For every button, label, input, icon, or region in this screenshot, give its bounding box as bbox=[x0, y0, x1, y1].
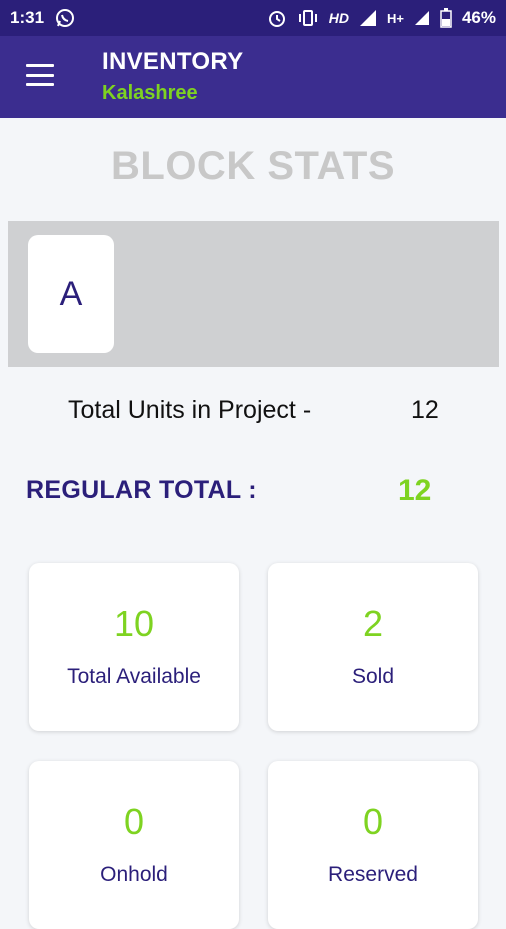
stat-value: 2 bbox=[362, 603, 384, 644]
status-time: 1:31 bbox=[10, 8, 45, 27]
app-toolbar: INVENTORY Kalashree bbox=[0, 36, 506, 118]
network-type-label: HD bbox=[328, 10, 349, 26]
project-name: Kalashree bbox=[102, 82, 198, 104]
page-title: BLOCK STATS bbox=[111, 144, 395, 188]
block-selector: A bbox=[8, 221, 499, 367]
block-tile-a[interactable]: A bbox=[28, 235, 114, 353]
whatsapp-icon bbox=[54, 7, 76, 29]
app-title: INVENTORY bbox=[102, 48, 244, 75]
status-bar: 1:31 HD H+ 46% bbox=[0, 0, 506, 36]
stat-label: Sold bbox=[351, 665, 395, 688]
stat-card-sold[interactable]: 2 Sold bbox=[268, 563, 478, 731]
regular-total-label: REGULAR TOTAL : bbox=[26, 476, 257, 504]
status-bar-right: HD H+ 46% bbox=[267, 8, 496, 28]
signal-type-label: H+ bbox=[386, 10, 404, 26]
total-units-value: 12 bbox=[411, 396, 439, 424]
stat-value: 0 bbox=[123, 801, 145, 842]
battery-icon bbox=[440, 8, 452, 28]
stat-label: Total Available bbox=[67, 665, 201, 688]
hamburger-menu-icon[interactable] bbox=[26, 64, 54, 86]
signal-icon bbox=[359, 9, 377, 27]
alarm-icon bbox=[267, 8, 287, 28]
regular-total-value: 12 bbox=[398, 474, 432, 507]
battery-percent: 46% bbox=[461, 8, 496, 27]
stat-value: 0 bbox=[362, 801, 384, 842]
stat-value: 10 bbox=[113, 603, 155, 644]
stat-card-reserved[interactable]: 0 Reserved bbox=[268, 761, 478, 929]
status-bar-left: 1:31 bbox=[10, 7, 76, 29]
stat-label: Reserved bbox=[328, 863, 418, 886]
stat-card-onhold[interactable]: 0 Onhold bbox=[29, 761, 239, 929]
total-units-label: Total Units in Project - bbox=[68, 396, 312, 424]
stat-card-total-available[interactable]: 10 Total Available bbox=[29, 563, 239, 731]
signal-icon-2 bbox=[414, 10, 430, 26]
vibrate-icon bbox=[297, 8, 319, 28]
stat-label: Onhold bbox=[100, 863, 168, 886]
